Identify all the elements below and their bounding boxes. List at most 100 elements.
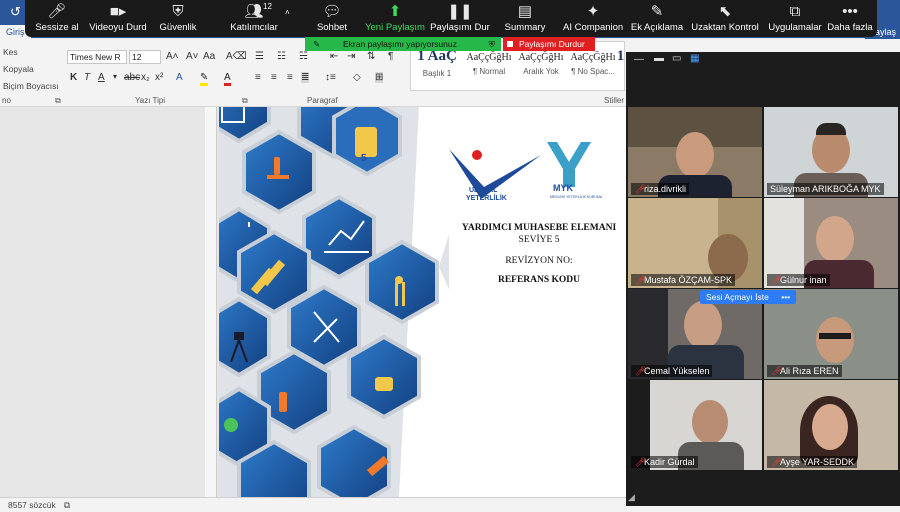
mute-button[interactable]: 🎤︎ Sessize al [29,0,85,37]
style-sample: AaÇçĞğHı [570,52,616,63]
hide-video-icon[interactable]: ▬ [654,53,664,64]
stop-share-button[interactable]: Paylaşımı Durdur [503,37,595,51]
participant-face [684,301,722,349]
annotate-button[interactable]: ✎ Ek Açıklama [629,0,685,37]
ai-companion-button[interactable]: ✦ AI Companion [563,0,623,37]
change-case-icon[interactable]: Aa [203,51,215,62]
font-name-box[interactable]: Times New R [67,50,127,64]
chat-bubble-icon: 💬︎ [322,3,342,20]
word-count[interactable]: 8557 sözcük [8,498,56,512]
participant-name-text: Mustafa ÖZÇAM-SPK [644,275,733,285]
copy-button[interactable]: Kopyala [3,64,34,74]
mute-label: Sessize al [35,22,79,33]
participant-name-text: Cemal Yükselen [644,366,710,376]
underline-dropdown-icon[interactable]: ▾ [113,72,117,81]
chat-label: Sohbet [316,22,348,33]
participant-tile[interactable]: 🎤︎ Kadir Gürdal [628,380,762,470]
italic-icon[interactable]: T [84,72,90,83]
style-heading-partial[interactable]: 1 [615,42,626,90]
chat-button[interactable]: 💬︎ Sohbet [309,0,355,37]
gallery-grid-icon[interactable]: ▦ [690,53,699,64]
borders-icon[interactable]: ⊞ [375,72,384,83]
numbering-icon[interactable]: ☷ [277,51,286,62]
participant-tile[interactable]: 🎤︎ Ayşe YAR-SEDDK [764,380,898,470]
vertical-ruler [205,107,217,497]
format-painter-button[interactable]: Biçim Boyacısı [3,81,59,91]
minimize-icon[interactable]: — [634,54,644,65]
text-effects-icon[interactable]: A [176,72,183,83]
stop-video-button[interactable]: ■▸ Videoyu Durd [87,0,149,37]
sort-icon[interactable]: ⇅ [367,51,375,62]
bold-icon[interactable]: K [70,72,77,83]
participant-tile[interactable]: 🎤︎ Mustafa ÖZÇAM-SPK [628,198,762,288]
participants-chevron-icon[interactable]: ˄ [285,8,290,17]
bullets-icon[interactable]: ☰ [255,51,264,62]
resize-handle-icon[interactable]: ◢ [628,492,635,503]
grow-font-icon[interactable]: A˄ [166,51,179,62]
participants-button[interactable]: 👥︎ Katılımcılar [223,0,285,37]
font-color-icon[interactable]: A [224,72,231,86]
highlight-icon[interactable]: ✎ [200,72,209,86]
document-icon: ▤ [517,3,533,20]
speaker-view-icon[interactable]: ▭ [672,53,681,64]
align-center-icon[interactable]: ≡ [271,72,277,83]
styles-group-label: Stiller [604,96,625,105]
align-left-icon[interactable]: ≡ [255,72,261,83]
pause-share-button[interactable]: ❚❚ Paylaşımı Dur [429,0,491,37]
font-size-box[interactable]: 12 [129,50,161,64]
security-button[interactable]: ⛨ Güvenlik [153,0,203,37]
share-pin-icon[interactable]: ✎ [313,37,320,51]
participant-tile[interactable]: 🎤︎ Gülnur inan [764,198,898,288]
undo-icon[interactable]: ↺ [10,4,21,20]
proofing-icon[interactable]: ⧉ [64,498,70,512]
decrease-indent-icon[interactable]: ⇤ [330,51,338,62]
cut-button[interactable]: Kes [3,47,18,57]
muted-mic-icon: 🎤︎ [635,184,647,194]
participant-name: 🎤︎ Ali Rıza EREN [767,365,842,377]
clear-format-icon[interactable]: A⌫ [226,51,247,62]
participant-count: 12 [263,2,272,11]
participant-tile[interactable]: 🎤︎ riza.divrikli [628,107,762,197]
subscript-icon[interactable]: x₂ [141,72,150,83]
participant-name-text: Gülnur inan [780,275,827,285]
muted-mic-icon: 🎤︎ [635,457,647,467]
clipboard-launcher-icon[interactable]: ⧉ [55,96,61,106]
revision-number: REVİZYON NO: [505,256,573,266]
multilevel-list-icon[interactable]: ☵ [299,51,308,62]
apps-button[interactable]: ⧉ Uygulamalar [765,0,825,37]
apps-icon: ⧉ [789,3,801,20]
superscript-icon[interactable]: x² [155,72,163,83]
style-sample: 1 [616,48,625,64]
more-options-icon[interactable]: ••• [781,292,790,302]
line-spacing-icon[interactable]: ↕≡ [325,72,336,83]
apps-label: Uygulamalar [768,22,822,33]
document-page[interactable]: ULUSAL YETERLİLİK MYK MESLEKİ YETERLİLİK… [219,107,629,497]
stop-icon [507,41,513,47]
participant-name-text: Ali Rıza EREN [780,366,839,376]
remote-control-button[interactable]: ⬉ Uzaktan Kontrol [689,0,761,37]
align-right-icon[interactable]: ≡ [287,72,293,83]
justify-icon[interactable]: ≣ [301,72,310,83]
new-share-button[interactable]: ⬆ Yeni Paylaşım [363,0,427,37]
participant-glasses [819,333,851,339]
pilcrow-icon[interactable]: ¶ [388,51,393,62]
style-sample: AaÇçĞğHı [518,52,564,63]
muted-mic-icon: 🎤︎ [771,275,783,285]
participant-name-text: riza.divrikli [644,184,687,194]
style-name: ¶ Normal [472,67,506,76]
sparkle-icon: ✦ [586,3,600,20]
shrink-font-icon[interactable]: A˅ [186,51,199,62]
more-button[interactable]: ••• Daha fazla [825,0,875,37]
participant-name-text: Kadir Gürdal [644,457,695,467]
paragraph-group-label: Paragraf [307,96,338,105]
shield-icon: ⛨ [172,3,184,20]
increase-indent-icon[interactable]: ⇥ [347,51,355,62]
font-launcher-icon[interactable]: ⧉ [242,96,248,106]
shading-icon[interactable]: ◇ [353,72,361,83]
summary-button[interactable]: ▤ Summary [500,0,550,37]
ask-unmute-button[interactable]: Sesi Açmayı İste ••• [700,290,797,304]
participant-tile[interactable]: Süleyman ARIKBOĞA MYK [764,107,898,197]
underline-icon[interactable]: A [98,72,105,83]
qualification-level: SEVİYE 5 [518,235,560,245]
strikethrough-icon[interactable]: abc [124,72,140,83]
